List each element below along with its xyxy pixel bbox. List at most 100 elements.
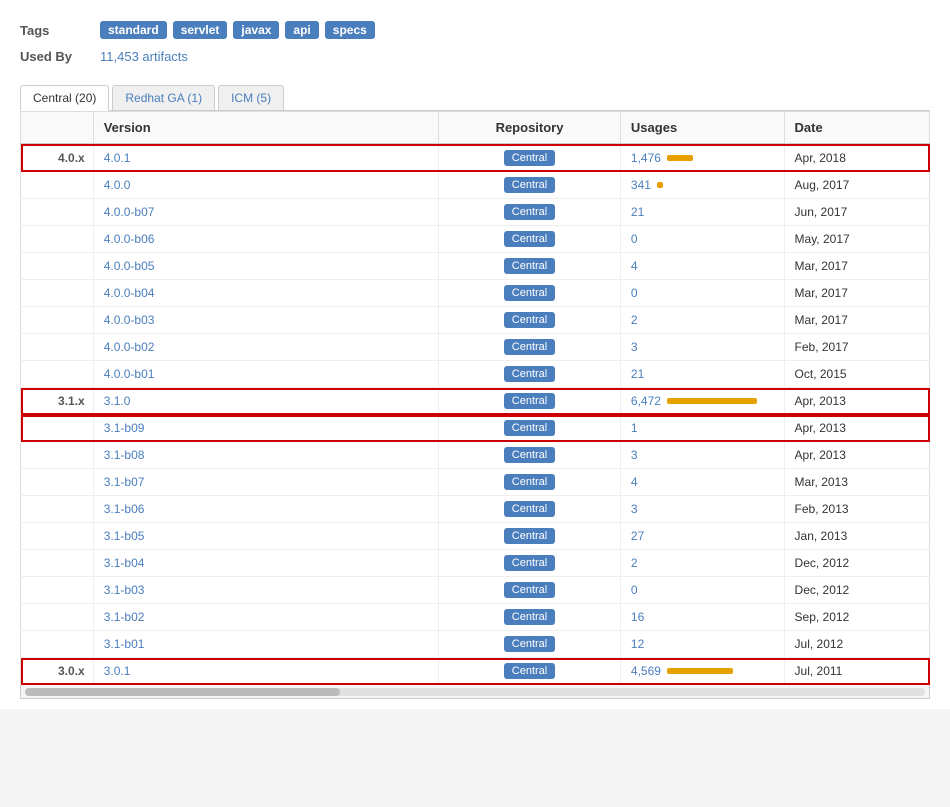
group-label-cell [21, 523, 94, 550]
table-row: 4.0.0-b03Central2Mar, 2017 [21, 307, 930, 334]
version-link[interactable]: 4.0.0-b03 [104, 313, 155, 327]
usage-link[interactable]: 0 [631, 232, 638, 246]
version-link[interactable]: 3.1-b02 [104, 610, 145, 624]
version-link[interactable]: 4.0.0-b01 [104, 367, 155, 381]
repo-badge[interactable]: Central [504, 582, 555, 598]
usage-link[interactable]: 4 [631, 475, 638, 489]
table-row: 3.1.x3.1.0Central6,472Apr, 2013 [21, 388, 930, 415]
version-link[interactable]: 3.1-b04 [104, 556, 145, 570]
date-cell: Mar, 2017 [784, 253, 929, 280]
version-cell: 3.1-b04 [93, 550, 438, 577]
table-row: 3.1-b04Central2Dec, 2012 [21, 550, 930, 577]
usage-link[interactable]: 3 [631, 448, 638, 462]
version-link[interactable]: 3.0.1 [104, 664, 131, 678]
version-link[interactable]: 3.1-b03 [104, 583, 145, 597]
version-cell: 3.1-b06 [93, 496, 438, 523]
th-group [21, 112, 94, 145]
usage-link[interactable]: 4,569 [631, 664, 661, 678]
repo-cell: Central [439, 442, 621, 469]
usages-cell: 4,569 [620, 658, 784, 685]
usage-bar [667, 668, 733, 674]
scrollbar-thumb[interactable] [25, 688, 340, 696]
repo-badge[interactable]: Central [504, 285, 555, 301]
scrollbar-container[interactable] [20, 685, 930, 699]
usage-link[interactable]: 0 [631, 286, 638, 300]
repo-badge[interactable]: Central [504, 474, 555, 490]
tab-0[interactable]: Central (20) [20, 85, 109, 111]
usedby-label: Used By [20, 49, 100, 64]
repo-badge[interactable]: Central [504, 393, 555, 409]
usage-container: 1,476 [631, 151, 774, 165]
repo-cell: Central [439, 334, 621, 361]
tab-2[interactable]: ICM (5) [218, 85, 284, 110]
usage-link[interactable]: 4 [631, 259, 638, 273]
repo-badge[interactable]: Central [504, 339, 555, 355]
usages-cell: 12 [620, 631, 784, 658]
repo-badge[interactable]: Central [504, 555, 555, 571]
version-link[interactable]: 3.1-b09 [104, 421, 145, 435]
usage-link[interactable]: 21 [631, 205, 644, 219]
version-link[interactable]: 4.0.0-b05 [104, 259, 155, 273]
usage-container: 0 [631, 232, 774, 246]
date-cell: Aug, 2017 [784, 172, 929, 199]
version-link[interactable]: 4.0.1 [104, 151, 131, 165]
repo-badge[interactable]: Central [504, 528, 555, 544]
version-link[interactable]: 3.1-b06 [104, 502, 145, 516]
usage-link[interactable]: 16 [631, 610, 644, 624]
usage-container: 4 [631, 475, 774, 489]
repo-badge[interactable]: Central [504, 663, 555, 679]
version-link[interactable]: 3.1-b08 [104, 448, 145, 462]
version-link[interactable]: 4.0.0-b06 [104, 232, 155, 246]
usage-link[interactable]: 1 [631, 421, 638, 435]
usage-link[interactable]: 1,476 [631, 151, 661, 165]
group-label-cell [21, 172, 94, 199]
group-label-cell: 3.0.x [21, 658, 94, 685]
table-row: 4.0.0-b04Central0Mar, 2017 [21, 280, 930, 307]
version-link[interactable]: 3.1-b07 [104, 475, 145, 489]
usage-link[interactable]: 6,472 [631, 394, 661, 408]
repo-badge[interactable]: Central [504, 420, 555, 436]
usage-link[interactable]: 0 [631, 583, 638, 597]
repo-badge[interactable]: Central [504, 609, 555, 625]
version-link[interactable]: 3.1.0 [104, 394, 131, 408]
usage-link[interactable]: 3 [631, 502, 638, 516]
repo-badge[interactable]: Central [504, 177, 555, 193]
repo-badge[interactable]: Central [504, 204, 555, 220]
repo-badge[interactable]: Central [504, 312, 555, 328]
usage-link[interactable]: 12 [631, 637, 644, 651]
repo-cell: Central [439, 226, 621, 253]
repo-cell: Central [439, 523, 621, 550]
repo-badge[interactable]: Central [504, 366, 555, 382]
usages-cell: 2 [620, 550, 784, 577]
version-link[interactable]: 4.0.0-b04 [104, 286, 155, 300]
version-link[interactable]: 4.0.0-b02 [104, 340, 155, 354]
table-row: 4.0.0-b05 Central 4 Mar, 2017 [21, 253, 930, 280]
usage-link[interactable]: 341 [631, 178, 651, 192]
repo-badge[interactable]: Central [504, 150, 555, 166]
usage-link[interactable]: 21 [631, 367, 644, 381]
scrollbar-track[interactable] [25, 688, 925, 696]
usedby-link[interactable]: 11,453 artifacts [100, 49, 188, 64]
table-row: 4.0.0 Central 341 Aug, 2017 [21, 172, 930, 199]
version-link[interactable]: 4.0.0-b07 [104, 205, 155, 219]
usages-cell: 4 [620, 469, 784, 496]
version-link[interactable]: 3.1-b01 [104, 637, 145, 651]
usage-container: 21 [631, 205, 774, 219]
th-date: Date [784, 112, 929, 145]
usage-link[interactable]: 2 [631, 313, 638, 327]
usage-link[interactable]: 27 [631, 529, 644, 543]
usage-link[interactable]: 2 [631, 556, 638, 570]
date-cell: Mar, 2013 [784, 469, 929, 496]
table-header-row: Version Repository Usages Date [21, 112, 930, 145]
repo-badge[interactable]: Central [504, 258, 555, 274]
version-link[interactable]: 4.0.0 [104, 178, 131, 192]
version-link[interactable]: 3.1-b05 [104, 529, 145, 543]
group-label-cell [21, 253, 94, 280]
repo-badge[interactable]: Central [504, 231, 555, 247]
repo-cell: Central [439, 280, 621, 307]
repo-badge[interactable]: Central [504, 447, 555, 463]
repo-badge[interactable]: Central [504, 501, 555, 517]
usage-link[interactable]: 3 [631, 340, 638, 354]
tab-1[interactable]: Redhat GA (1) [112, 85, 215, 110]
repo-badge[interactable]: Central [504, 636, 555, 652]
